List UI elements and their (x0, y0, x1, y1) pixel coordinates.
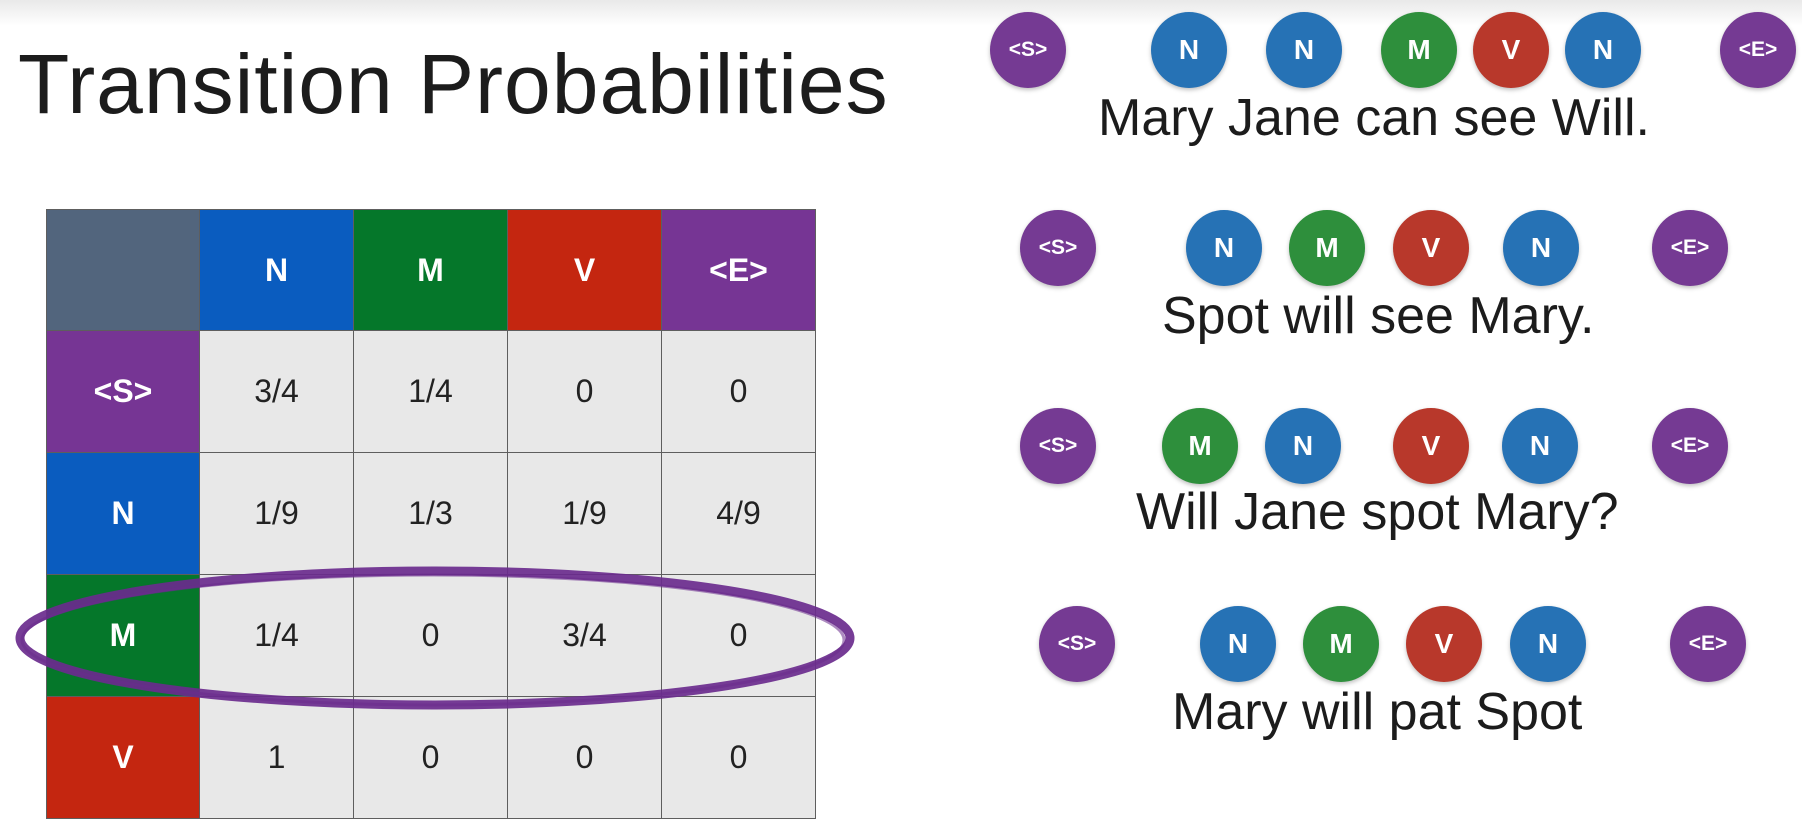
end-tag-node: <E> (1670, 606, 1746, 682)
start-tag-node: <S> (1039, 606, 1115, 682)
table-cell: 1/9 (200, 453, 354, 575)
sentence-text: Will Jane spot Mary? (1136, 483, 1619, 541)
column-header-n: N (200, 209, 354, 331)
end-tag-node: <E> (1652, 210, 1728, 286)
end-tag-node: <E> (1652, 408, 1728, 484)
n-tag-node: N (1186, 210, 1262, 286)
table-cell: 0 (354, 575, 508, 697)
n-tag-node: N (1503, 210, 1579, 286)
table-cell: 4/9 (662, 453, 816, 575)
table-cell: 1/4 (200, 575, 354, 697)
start-tag-node: <S> (1020, 210, 1096, 286)
row-header-m: M (46, 575, 200, 697)
column-header-end: <E> (662, 209, 816, 331)
table-cell: 3/4 (508, 575, 662, 697)
table-cell: 0 (662, 575, 816, 697)
v-tag-node: V (1393, 210, 1469, 286)
n-tag-node: N (1265, 408, 1341, 484)
n-tag-node: N (1266, 12, 1342, 88)
m-tag-node: M (1303, 606, 1379, 682)
end-tag-node: <E> (1720, 12, 1796, 88)
table-cell: 0 (662, 331, 816, 453)
corner-cell (46, 209, 200, 331)
n-tag-node: N (1510, 606, 1586, 682)
v-tag-node: V (1393, 408, 1469, 484)
m-tag-node: M (1381, 12, 1457, 88)
row-header-v: V (46, 697, 200, 819)
table-cell: 1/4 (354, 331, 508, 453)
column-header-v: V (508, 209, 662, 331)
sentence-text: Spot will see Mary. (1162, 287, 1595, 345)
sentence-text: Mary will pat Spot (1172, 683, 1583, 741)
start-tag-node: <S> (1020, 408, 1096, 484)
table-cell: 0 (354, 697, 508, 819)
table-cell: 1/9 (508, 453, 662, 575)
n-tag-node: N (1565, 12, 1641, 88)
table-cell: 0 (508, 331, 662, 453)
column-header-m: M (354, 209, 508, 331)
table-cell: 0 (662, 697, 816, 819)
row-header-start: <S> (46, 331, 200, 453)
transition-matrix: N M V <E> <S> 3/4 1/4 0 0 N 1/9 1/3 1/9 … (46, 209, 816, 819)
start-tag-node: <S> (990, 12, 1066, 88)
v-tag-node: V (1406, 606, 1482, 682)
n-tag-node: N (1151, 12, 1227, 88)
slide-title: Transition Probabilities (18, 37, 889, 131)
m-tag-node: M (1289, 210, 1365, 286)
table-cell: 3/4 (200, 331, 354, 453)
m-tag-node: M (1162, 408, 1238, 484)
n-tag-node: N (1200, 606, 1276, 682)
table-cell: 1/3 (354, 453, 508, 575)
n-tag-node: N (1502, 408, 1578, 484)
table-cell: 0 (508, 697, 662, 819)
row-header-n: N (46, 453, 200, 575)
sentence-text: Mary Jane can see Will. (1098, 89, 1650, 147)
v-tag-node: V (1473, 12, 1549, 88)
table-cell: 1 (200, 697, 354, 819)
